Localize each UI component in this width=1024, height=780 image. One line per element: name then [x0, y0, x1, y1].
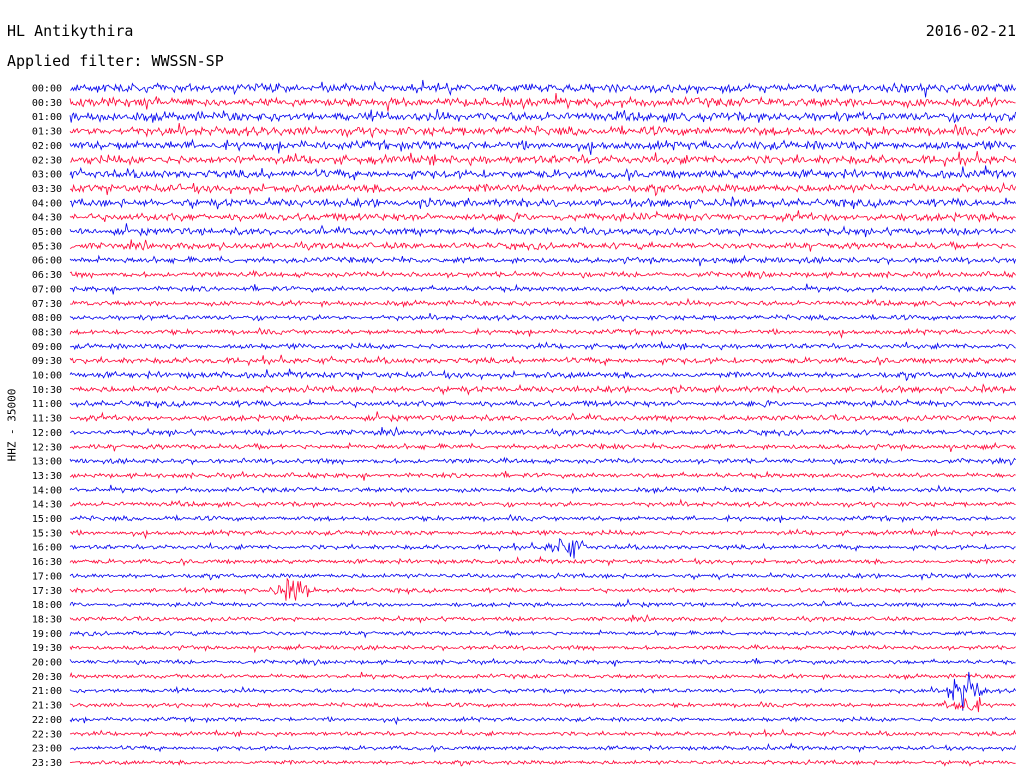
trace-row [69, 313, 1016, 322]
trace-row [69, 223, 1016, 238]
trace-row [69, 728, 1016, 738]
time-tick-label: 04:00 [32, 198, 62, 209]
trace-row [69, 368, 1016, 382]
time-tick-label: 07:00 [32, 284, 62, 295]
trace-row [69, 398, 1016, 409]
trace-row [69, 79, 1016, 98]
trace-row [69, 555, 1016, 567]
trace-row [69, 441, 1016, 453]
time-tick-label: 15:00 [32, 514, 62, 525]
time-tick-label: 11:00 [32, 399, 62, 410]
trace-row [69, 340, 1016, 351]
time-tick-label: 00:00 [32, 84, 62, 95]
trace-row [69, 327, 1016, 339]
time-tick-label: 06:00 [32, 256, 62, 267]
trace-row [69, 269, 1016, 280]
seismic-traces [69, 79, 1016, 767]
trace-row [69, 643, 1016, 654]
time-tick-label: 16:30 [32, 557, 62, 568]
time-tick-label: 16:00 [32, 543, 62, 554]
time-tick-label: 10:30 [32, 385, 62, 396]
trace-row [69, 283, 1016, 295]
time-tick-label: 19:00 [32, 629, 62, 640]
trace-row [69, 181, 1016, 197]
helicorder-plot: 00:00 00:30 01:00 01:30 02:00 02:30 03:00 03:30… [32, 79, 1016, 769]
time-tick-label: 07:30 [32, 299, 62, 310]
time-tick-label: 14:30 [32, 500, 62, 511]
time-tick-label: 18:00 [32, 600, 62, 611]
trace-row [69, 151, 1016, 167]
time-tick-label: 21:00 [32, 686, 62, 697]
time-tick-label: 21:30 [32, 701, 62, 712]
trace-row [69, 138, 1016, 155]
trace-row [69, 538, 1016, 559]
time-tick-labels: 00:00 00:30 01:00 01:30 02:00 02:30 03:00 03:30… [32, 84, 62, 769]
trace-row [69, 715, 1016, 726]
trace-row [69, 498, 1016, 509]
time-tick-label: 08:30 [32, 327, 62, 338]
trace-row [69, 92, 1016, 112]
time-tick-label: 22:30 [32, 729, 62, 740]
trace-row [69, 470, 1016, 481]
time-tick-label: 10:00 [32, 371, 62, 382]
time-tick-label: 23:00 [32, 744, 62, 755]
trace-row [69, 598, 1016, 609]
trace-row [69, 571, 1016, 581]
time-tick-label: 17:30 [32, 586, 62, 597]
trace-row [69, 629, 1016, 639]
time-tick-label: 08:00 [32, 313, 62, 324]
time-tick-label: 03:30 [32, 184, 62, 195]
trace-row [69, 123, 1016, 139]
trace-row [69, 196, 1016, 210]
time-tick-label: 12:00 [32, 428, 62, 439]
time-tick-label: 09:00 [32, 342, 62, 353]
time-tick-label: 23:30 [32, 758, 62, 769]
time-tick-label: 00:30 [32, 98, 62, 109]
time-tick-label: 11:30 [32, 414, 62, 425]
trace-row [69, 165, 1016, 181]
time-tick-label: 13:00 [32, 457, 62, 468]
time-tick-label: 17:00 [32, 571, 62, 582]
time-tick-label: 18:30 [32, 614, 62, 625]
time-tick-label: 01:00 [32, 112, 62, 123]
trace-row [69, 254, 1016, 267]
trace-row [69, 759, 1016, 767]
trace-row [69, 613, 1016, 624]
time-tick-label: 20:30 [32, 672, 62, 683]
time-tick-label: 05:30 [32, 241, 62, 252]
trace-row [69, 696, 1016, 713]
time-tick-label: 12:30 [32, 442, 62, 453]
time-tick-label: 20:00 [32, 658, 62, 669]
trace-row [69, 210, 1016, 223]
trace-row [69, 657, 1016, 667]
trace-row [69, 354, 1016, 367]
trace-row [69, 484, 1016, 495]
trace-row [69, 742, 1016, 753]
time-tick-label: 02:30 [32, 155, 62, 166]
time-tick-label: 19:30 [32, 643, 62, 654]
trace-row [69, 671, 1016, 681]
time-tick-label: 06:30 [32, 270, 62, 281]
trace-row [69, 239, 1016, 252]
time-tick-label: 09:30 [32, 356, 62, 367]
trace-row [69, 411, 1016, 423]
time-tick-label: 14:00 [32, 485, 62, 496]
trace-row [69, 426, 1016, 438]
trace-row [69, 297, 1016, 308]
time-tick-label: 22:00 [32, 715, 62, 726]
trace-row [69, 108, 1016, 124]
trace-row [69, 527, 1016, 540]
time-tick-label: 15:30 [32, 528, 62, 539]
time-tick-label: 05:00 [32, 227, 62, 238]
trace-row [69, 383, 1016, 396]
time-tick-label: 03:00 [32, 170, 62, 181]
trace-row [69, 513, 1016, 524]
trace-row [69, 577, 1016, 601]
time-tick-label: 04:30 [32, 213, 62, 224]
trace-row [69, 456, 1016, 466]
time-tick-label: 01:30 [32, 127, 62, 138]
time-tick-label: 02:00 [32, 141, 62, 152]
time-tick-label: 13:30 [32, 471, 62, 482]
